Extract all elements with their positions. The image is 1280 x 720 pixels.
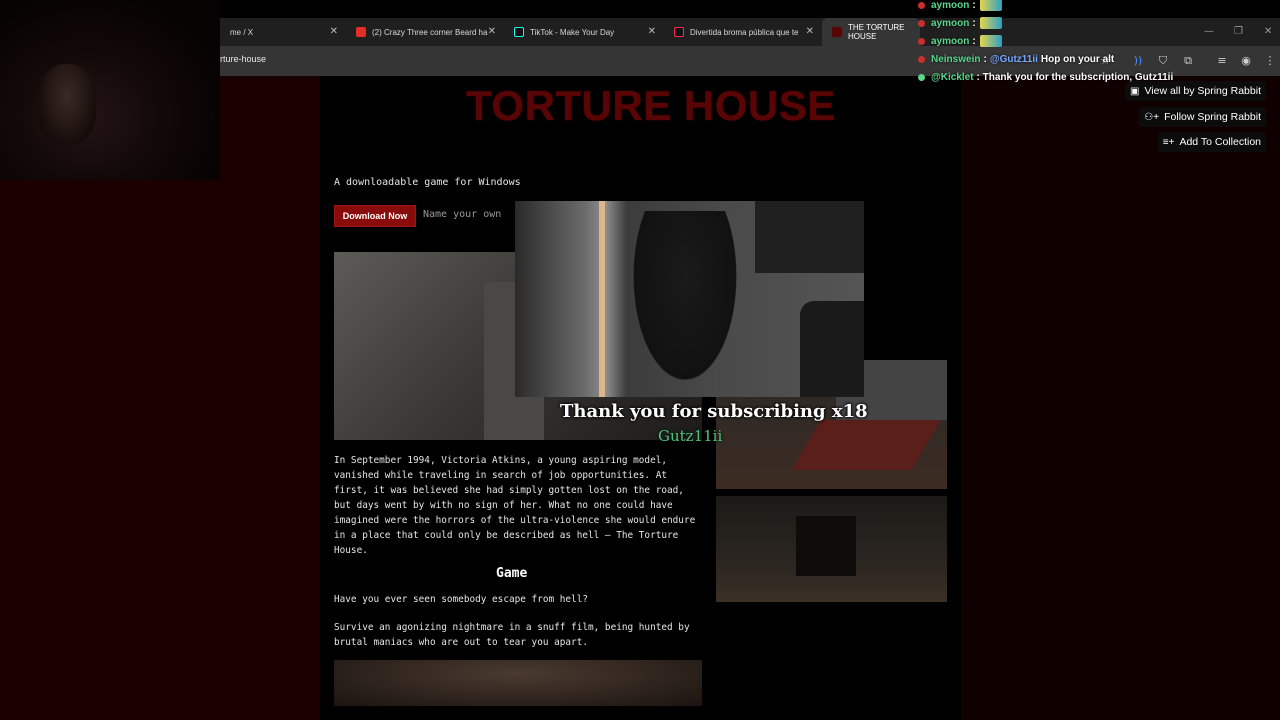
chat-text: Thank you for the subscription, Gutz11ii (982, 71, 1174, 83)
game-tagline: A downloadable game for Windows (334, 177, 521, 188)
tab-x[interactable]: me / X ✕ (220, 18, 344, 46)
bot-badge-icon (918, 73, 925, 81)
alert-username: Gutz11ii (658, 427, 723, 445)
section-heading-game: Game (496, 566, 528, 581)
user-badge-icon (918, 1, 925, 9)
close-tab-icon[interactable]: ✕ (330, 26, 338, 37)
screenshot-bottom[interactable] (334, 660, 702, 706)
follow-button[interactable]: ⚇+ Follow Spring Rabbit (1139, 107, 1266, 127)
subscription-alert-video (515, 201, 864, 397)
right-panel (961, 76, 1280, 720)
tab-youtube[interactable]: (2) Crazy Three corner Beard ha ✕ (346, 18, 502, 46)
paragraph-survive: Survive an agonizing nightmare in a snuf… (334, 622, 690, 648)
chat-username: aymoon (931, 35, 970, 47)
user-badge-icon (918, 55, 925, 63)
chat-message: aymoon: (918, 0, 1280, 14)
screenshot-hallway[interactable] (716, 496, 947, 602)
tab-label: THE TORTURE HOUSE (848, 23, 905, 41)
add-collection-label: Add To Collection (1179, 136, 1261, 148)
chat-mention: @Gutz11ii (989, 53, 1038, 65)
webcam-overlay (0, 0, 220, 180)
add-user-icon: ⚇+ (1144, 111, 1160, 123)
tab-label: Divertida broma pública que te (690, 27, 799, 37)
paragraph-escape: Have you ever seen somebody escape from … (334, 594, 588, 605)
game-description: In September 1994, Victoria Atkins, a yo… (334, 455, 696, 556)
close-tab-icon[interactable]: ✕ (488, 26, 496, 37)
follow-label: Follow Spring Rabbit (1164, 111, 1261, 123)
page-title: TORTURE HOUSE (466, 82, 836, 129)
tab-label: TikTok - Make Your Day (530, 27, 615, 37)
tab-label: (2) Crazy Three corner Beard ha (372, 27, 488, 37)
image-icon: ▣ (1130, 85, 1140, 97)
chat-message: aymoon: (918, 14, 1280, 32)
chat-username: @Kicklet (931, 71, 974, 83)
chat-overlay: aymoon: aymoon: aymoon: Neinswein: @Gutz… (918, 0, 1280, 86)
emote-icon (979, 35, 1002, 47)
chat-username: Neinswein (931, 53, 981, 65)
youtube-icon (356, 27, 366, 37)
download-button[interactable]: Download Now (334, 205, 416, 227)
chat-message: Neinswein: @Gutz11ii Hop on your alt (918, 50, 1280, 68)
price-label: Name your own (423, 209, 502, 220)
tab-tiktok-2[interactable]: Divertida broma pública que te ✕ (664, 18, 820, 46)
url-field[interactable]: rture-house (220, 54, 266, 64)
close-tab-icon[interactable]: ✕ (648, 26, 656, 37)
tab-tiktok[interactable]: TikTok - Make Your Day ✕ (504, 18, 662, 46)
view-all-label: View all by Spring Rabbit (1144, 85, 1261, 97)
tab-torture-house[interactable]: THE TORTURE HOUSE (822, 18, 920, 46)
user-badge-icon (918, 19, 925, 27)
itch-icon (832, 27, 842, 37)
chat-message: @Kicklet: Thank you for the subscription… (918, 68, 1280, 86)
chat-text: Hop on your alt (1040, 53, 1115, 65)
playlist-add-icon: ≡+ (1162, 136, 1175, 148)
chat-username: aymoon (931, 17, 970, 29)
chat-message: aymoon: (918, 32, 1280, 50)
alert-title: Thank you for subscribing x18 (560, 401, 868, 422)
emote-icon (979, 17, 1002, 29)
close-tab-icon[interactable]: ✕ (806, 26, 814, 37)
tab-label: me / X (230, 27, 254, 37)
user-badge-icon (918, 37, 925, 45)
tiktok-icon (674, 27, 684, 37)
tiktok-icon (514, 27, 524, 37)
emote-icon (979, 0, 1002, 11)
add-to-collection-button[interactable]: ≡+ Add To Collection (1157, 132, 1266, 152)
chat-username: aymoon (931, 0, 970, 11)
